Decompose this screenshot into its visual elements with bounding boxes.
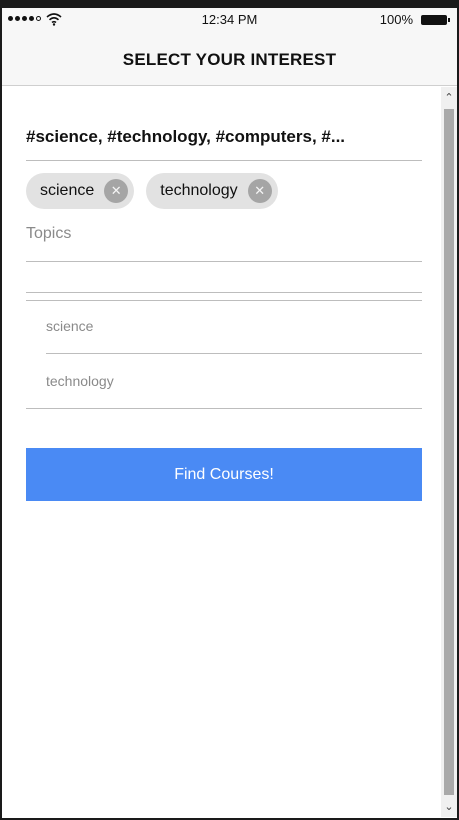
divider [46, 353, 422, 354]
suggestion-list-top-border [26, 300, 422, 301]
chevron-up-icon[interactable]: ⌃ [441, 90, 457, 106]
divider [26, 292, 422, 293]
device-top-edge [2, 0, 457, 8]
chip-technology[interactable]: technology ✕ [146, 173, 278, 209]
hashtag-summary: #science, #technology, #computers, #... [26, 127, 346, 146]
vertical-scrollbar[interactable]: ⌃ ⌄ [441, 87, 457, 817]
close-icon[interactable]: ✕ [247, 179, 272, 203]
divider [26, 160, 422, 161]
chip-label: technology [160, 182, 238, 199]
phone-frame: 12:34 PM 100% SELECT YOUR INTEREST #scie… [0, 0, 459, 820]
find-courses-button[interactable]: Find Courses! [26, 448, 422, 501]
header-bar: SELECT YOUR INTEREST [2, 32, 457, 86]
selected-topics-chips: science ✕ technology ✕ [26, 173, 278, 209]
topics-label: Topics [26, 225, 72, 242]
suggestion-item-technology[interactable]: technology [46, 373, 114, 389]
status-bar: 12:34 PM 100% [2, 8, 457, 32]
battery-icon [421, 15, 450, 25]
chip-label: science [40, 182, 95, 199]
chip-science[interactable]: science ✕ [26, 173, 135, 209]
divider [26, 408, 422, 409]
main-content: #science, #technology, #computers, #... … [2, 87, 441, 816]
page-title: SELECT YOUR INTEREST [122, 50, 337, 69]
close-icon[interactable]: ✕ [104, 179, 129, 203]
chevron-down-icon[interactable]: ⌄ [441, 799, 457, 815]
battery-percent: 100% [379, 12, 413, 27]
suggestion-item-science[interactable]: science [46, 318, 93, 334]
scroll-thumb[interactable] [444, 109, 454, 795]
topics-input-underline[interactable] [26, 261, 422, 262]
